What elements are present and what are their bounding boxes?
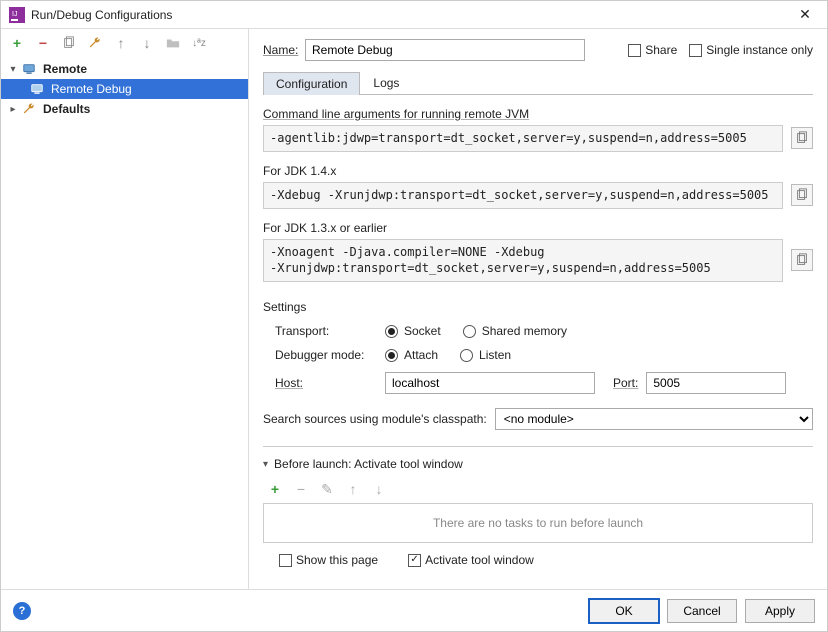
tree-node-label: Remote [39,62,87,76]
debugger-mode-label: Debugger mode: [275,348,385,362]
settings-wrench-icon[interactable] [87,35,103,51]
copy-config-icon[interactable] [61,35,77,51]
copy-jdk14-button[interactable] [791,184,813,206]
tab-bar: Configuration Logs [263,71,813,95]
copy-jdk13-button[interactable] [791,249,813,271]
name-input[interactable] [305,39,585,61]
move-task-down-icon[interactable]: ↓ [371,481,387,497]
single-instance-checkbox[interactable]: Single instance only [689,43,813,57]
sidebar: + − ↑ ↓ ↓ªz ▾ Remote Remote Debug ▸ Defa… [1,29,249,589]
checkbox-box [279,554,292,567]
port-label: Port: [613,376,638,390]
sidebar-toolbar: + − ↑ ↓ ↓ªz [1,29,248,57]
cancel-button[interactable]: Cancel [667,599,737,623]
move-down-icon[interactable]: ↓ [139,35,155,51]
chevron-down-icon: ▾ [263,459,268,470]
activate-tool-window-label: Activate tool window [425,553,534,567]
close-icon[interactable]: ✕ [791,1,819,29]
app-icon: IJ [9,7,25,23]
chevron-down-icon: ▾ [7,64,19,75]
config-tree: ▾ Remote Remote Debug ▸ Defaults [1,57,248,589]
cmdline-value[interactable]: -agentlib:jdwp=transport=dt_socket,serve… [263,125,783,152]
apply-button[interactable]: Apply [745,599,815,623]
copy-cmdline-button[interactable] [791,127,813,149]
defaults-wrench-icon [21,101,37,117]
module-row: Search sources using module's classpath:… [263,408,813,430]
share-checkbox[interactable]: Share [628,43,677,57]
name-row: Name: Share Single instance only [263,39,813,61]
checkbox-box: ✓ [408,554,421,567]
jdk13-label: For JDK 1.3.x or earlier [263,221,813,235]
tree-node-label: Remote Debug [47,82,132,96]
move-up-icon[interactable]: ↑ [113,35,129,51]
jdk14-value[interactable]: -Xdebug -Xrunjdwp:transport=dt_socket,se… [263,182,783,209]
main-panel: Name: Share Single instance only Configu… [249,29,827,589]
window-title: Run/Debug Configurations [31,8,791,22]
jdk13-value[interactable]: -Xnoagent -Djava.compiler=NONE -Xdebug -… [263,239,783,283]
edit-task-icon[interactable]: ✎ [319,481,335,497]
remove-config-icon[interactable]: − [35,35,51,51]
before-launch-title: Before launch: Activate tool window [274,457,463,471]
transport-group: Socket Shared memory [385,324,813,338]
host-input[interactable] [385,372,595,394]
separator [263,446,813,447]
sort-az-icon[interactable]: ↓ªz [191,35,207,51]
checkbox-box [628,44,641,57]
tree-node-label: Defaults [39,102,90,116]
single-instance-label: Single instance only [706,43,813,57]
remote-icon [29,81,45,97]
svg-text:IJ: IJ [12,11,17,18]
jdk14-label: For JDK 1.4.x [263,164,813,178]
transport-socket-radio[interactable]: Socket [385,324,441,338]
ok-button[interactable]: OK [589,599,659,623]
titlebar: IJ Run/Debug Configurations ✕ [1,1,827,29]
tree-node-remote[interactable]: ▾ Remote [1,59,248,79]
name-label: Name: [263,43,305,57]
folder-icon[interactable] [165,35,181,51]
host-port-row: Port: [385,372,813,394]
debugger-listen-radio[interactable]: Listen [460,348,511,362]
cmdline-label: Command line arguments for running remot… [263,107,813,121]
before-launch-empty: There are no tasks to run before launch [263,503,813,543]
port-input[interactable] [646,372,786,394]
activate-tool-window-checkbox[interactable]: ✓ Activate tool window [408,553,534,567]
checkbox-box [689,44,702,57]
add-task-icon[interactable]: + [267,481,283,497]
dialog-footer: ? OK Cancel Apply [1,589,827,631]
chevron-right-icon: ▸ [7,104,19,115]
share-label: Share [645,43,677,57]
module-label: Search sources using module's classpath: [263,412,487,426]
settings-title: Settings [263,300,813,314]
settings-grid: Transport: Socket Shared memory Debugger… [275,324,813,394]
module-select[interactable]: <no module> [495,408,813,430]
remove-task-icon[interactable]: − [293,481,309,497]
show-this-page-checkbox[interactable]: Show this page [279,553,378,567]
tree-node-remote-debug[interactable]: Remote Debug [1,79,248,99]
move-task-up-icon[interactable]: ↑ [345,481,361,497]
help-icon[interactable]: ? [13,602,31,620]
show-this-page-label: Show this page [296,553,378,567]
tab-configuration[interactable]: Configuration [263,72,360,95]
bottom-checks: Show this page ✓ Activate tool window [267,553,813,567]
before-launch-toolbar: + − ✎ ↑ ↓ [267,481,813,497]
debugger-attach-radio[interactable]: Attach [385,348,438,362]
transport-shared-radio[interactable]: Shared memory [463,324,567,338]
tree-node-defaults[interactable]: ▸ Defaults [1,99,248,119]
tab-logs[interactable]: Logs [360,71,412,94]
debugger-mode-group: Attach Listen [385,348,813,362]
remote-icon [21,61,37,77]
add-config-icon[interactable]: + [9,35,25,51]
host-label: Host: [275,376,385,390]
transport-label: Transport: [275,324,385,338]
before-launch-header[interactable]: ▾ Before launch: Activate tool window [263,457,813,471]
